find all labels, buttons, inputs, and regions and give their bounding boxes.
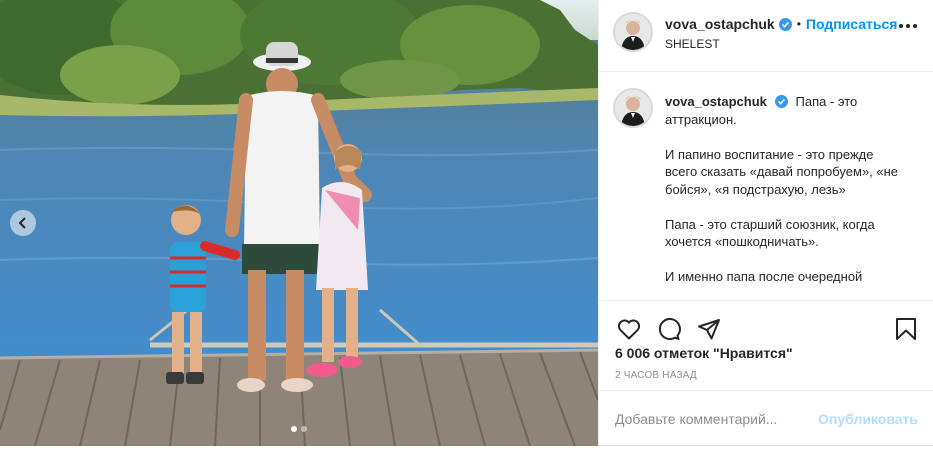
verified-badge-icon — [778, 17, 792, 31]
avatar-image — [615, 14, 651, 50]
bookmark-icon — [896, 317, 916, 340]
comment-form: Опубликовать — [599, 390, 933, 446]
post-timestamp[interactable]: 2 ЧАСОВ НАЗАД — [615, 370, 697, 381]
carousel-prev-button[interactable] — [10, 210, 36, 236]
avatar[interactable] — [613, 12, 653, 52]
heart-icon — [617, 319, 641, 339]
follow-button[interactable]: Подписаться — [806, 15, 898, 33]
caption-avatar[interactable] — [613, 88, 653, 128]
chevron-left-icon — [18, 217, 26, 229]
carousel-dot — [301, 426, 307, 432]
save-button[interactable] — [892, 315, 920, 343]
caption-area: vova_ostapchuk Папа - это аттракцион. И … — [599, 72, 933, 296]
post-side-panel: vova_ostapchuk • Подписаться SHELEST vov… — [598, 0, 933, 446]
caption-line: Папа - это старший союзник, когда хочетс… — [665, 216, 875, 250]
photo-scene — [0, 0, 598, 446]
share-button[interactable] — [695, 315, 723, 343]
location-link[interactable]: SHELEST — [665, 37, 897, 51]
caption-username[interactable]: vova_ostapchuk — [665, 94, 767, 109]
like-button[interactable] — [615, 315, 643, 343]
caption-text: vova_ostapchuk Папа - это аттракцион. И … — [665, 93, 905, 296]
caption-line: И папино воспитание - это прежде всего с… — [665, 146, 899, 197]
carousel-dots — [291, 426, 307, 432]
comment-icon — [658, 317, 681, 340]
separator-dot: • — [796, 17, 801, 31]
header-username[interactable]: vova_ostapchuk — [665, 15, 775, 33]
caption-line: И именно папа после очередной — [665, 269, 863, 284]
post-photo[interactable] — [0, 0, 598, 446]
avatar-image — [615, 90, 651, 126]
share-icon — [698, 318, 720, 339]
comment-input[interactable] — [615, 410, 819, 427]
publish-button[interactable]: Опубликовать — [818, 411, 918, 427]
action-bar — [599, 300, 933, 346]
carousel-dot-active — [291, 426, 297, 432]
verified-badge-icon — [774, 95, 788, 108]
post-header: vova_ostapchuk • Подписаться SHELEST — [599, 0, 933, 72]
more-options-icon[interactable] — [899, 24, 917, 28]
comment-button[interactable] — [655, 315, 683, 343]
likes-count[interactable]: 6 006 отметок "Нравится" — [615, 345, 793, 361]
